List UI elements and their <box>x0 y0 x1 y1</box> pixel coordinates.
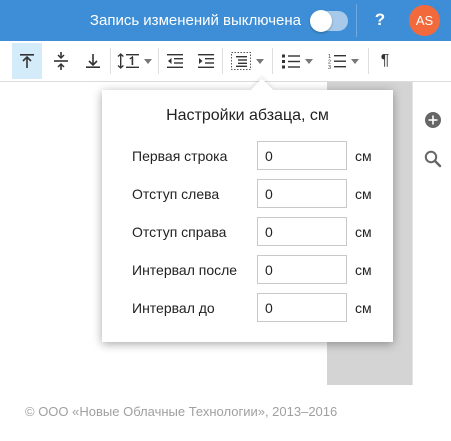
chevron-down-icon <box>350 58 359 64</box>
numbered-list-icon: 1 2 3 <box>328 54 346 70</box>
popup-title-unit: , см <box>301 107 329 124</box>
decrease-indent-icon <box>167 54 183 68</box>
numbered-list-button[interactable]: 1 2 3 <box>322 43 364 79</box>
spacing-after-unit: см <box>355 262 372 278</box>
bullet-list-button[interactable] <box>276 43 318 79</box>
toolbar-separator <box>110 48 111 74</box>
increase-indent-button[interactable] <box>193 43 219 79</box>
svg-text:3: 3 <box>328 65 331 70</box>
align-bottom-icon <box>86 54 100 68</box>
line-spacing-button[interactable] <box>113 43 155 79</box>
first-line-label: Первая строка <box>132 148 228 164</box>
search-button[interactable] <box>424 150 442 168</box>
spacing-before-input[interactable] <box>257 293 347 322</box>
indent-right-input[interactable] <box>257 217 347 246</box>
line-spacing-icon <box>117 53 139 69</box>
bullet-list-icon <box>281 54 300 68</box>
popup-title-text: Настройки абзаца <box>166 107 301 124</box>
paragraph-settings-button[interactable] <box>225 43 269 79</box>
first-line-unit: см <box>355 148 372 164</box>
spacing-before-unit: см <box>355 300 372 316</box>
align-bottom-button[interactable] <box>78 43 108 79</box>
align-top-icon <box>20 54 34 68</box>
align-top-button[interactable] <box>12 43 42 79</box>
paragraph-settings-icon <box>230 52 251 70</box>
decrease-indent-button[interactable] <box>162 43 188 79</box>
spacing-after-input[interactable] <box>257 255 347 284</box>
spacing-after-label: Интервал после <box>132 262 238 278</box>
chevron-down-icon <box>255 58 264 64</box>
first-line-input[interactable] <box>257 141 347 170</box>
formatting-toolbar: 1 2 3 ¶ <box>0 41 451 82</box>
topbar-divider <box>356 4 357 37</box>
indent-left-unit: см <box>355 186 372 202</box>
pilcrow-icon: ¶ <box>380 52 390 69</box>
help-button[interactable]: ? <box>370 9 390 31</box>
popup-title: Настройки абзаца, см <box>102 107 393 125</box>
align-middle-icon <box>54 52 68 70</box>
increase-indent-icon <box>198 54 214 68</box>
toolbar-separator <box>158 48 159 74</box>
user-avatar[interactable]: AS <box>409 5 440 36</box>
align-middle-button[interactable] <box>46 43 76 79</box>
indent-left-label: Отступ слева <box>132 186 220 202</box>
copyright-footer: © ООО «Новые Облачные Технологии», 2013–… <box>25 404 338 419</box>
toolbar-separator <box>368 48 369 74</box>
chevron-down-icon <box>143 58 152 64</box>
indent-left-input[interactable] <box>257 179 347 208</box>
toolbar-separator <box>222 48 223 74</box>
show-nonprinting-button[interactable]: ¶ <box>372 43 398 79</box>
add-comment-button[interactable] <box>424 111 442 129</box>
right-sidebar <box>412 82 451 385</box>
spacing-before-label: Интервал до <box>132 300 215 316</box>
toolbar-separator <box>272 48 273 74</box>
add-comment-icon <box>425 112 441 128</box>
track-changes-label: Запись изменений выключена <box>89 12 301 29</box>
top-bar: Запись изменений выключена ? AS <box>0 0 451 41</box>
indent-right-label: Отступ справа <box>132 224 227 240</box>
chevron-down-icon <box>304 58 313 64</box>
toggle-knob <box>310 10 332 32</box>
paragraph-settings-popup: Настройки абзаца, см Первая строка см От… <box>102 78 393 342</box>
track-changes-toggle[interactable] <box>310 10 348 32</box>
indent-right-unit: см <box>355 224 372 240</box>
search-icon <box>424 150 442 168</box>
